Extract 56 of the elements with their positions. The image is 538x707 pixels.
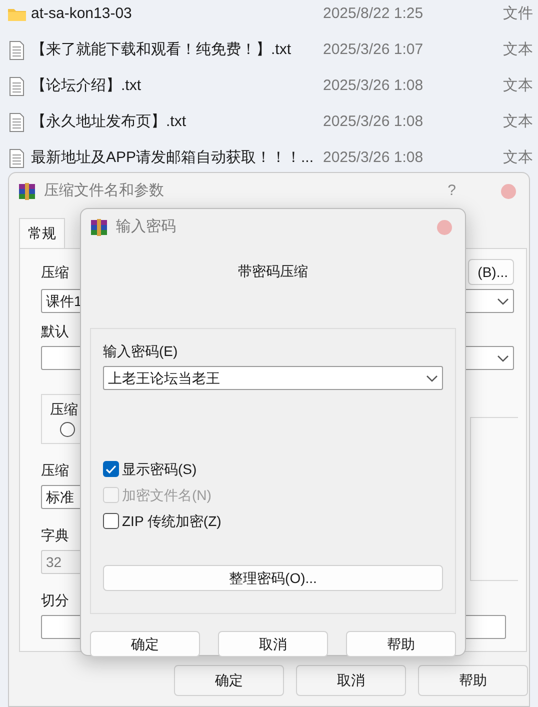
- field-label: 字典: [41, 526, 69, 545]
- checkbox-label: 加密文件名(N): [122, 486, 212, 505]
- file-type: 文本: [503, 76, 533, 96]
- checkbox[interactable]: [103, 461, 119, 477]
- dialog-heading: 带密码压缩: [237, 262, 309, 281]
- file-name[interactable]: 最新地址及APP请发邮箱自动获取！！！...: [31, 146, 323, 170]
- file-date: 2025/8/22 1:25: [323, 4, 424, 24]
- file-name[interactable]: 【论坛介绍】.txt: [31, 74, 323, 98]
- folder-icon: [8, 7, 26, 21]
- chevron-icon: [497, 298, 509, 304]
- document-icon: [9, 40, 25, 60]
- file-date: 2025/3/26 1:08: [323, 76, 424, 96]
- file-type: 文本: [503, 148, 533, 168]
- file-date: 2025/3/26 1:07: [323, 40, 424, 60]
- file-name[interactable]: 【永久地址发布页】.txt: [31, 110, 323, 134]
- checkbox-label: 显示密码(S): [122, 460, 197, 479]
- dialog-button[interactable]: 帮助: [418, 665, 528, 696]
- dialog-button[interactable]: 帮助: [346, 631, 456, 657]
- field-label: 切分: [41, 591, 69, 610]
- archive-icon: [90, 218, 108, 236]
- field-value: 上老王论坛当老王: [108, 368, 220, 388]
- checkbox[interactable]: [103, 513, 119, 529]
- document-icon: [9, 112, 25, 132]
- tab[interactable]: 常规: [19, 218, 65, 248]
- file-date: 2025/3/26 1:08: [323, 148, 424, 168]
- radio-button[interactable]: [60, 422, 75, 437]
- file-date: 2025/3/26 1:08: [323, 112, 424, 132]
- file-type: 文本: [503, 40, 533, 60]
- field-value: 标准: [46, 488, 74, 506]
- checkbox-label: ZIP 传统加密(Z): [122, 512, 222, 531]
- organize-passwords-button[interactable]: 整理密码(O)...: [103, 565, 443, 591]
- field-value: 课件1: [46, 292, 82, 310]
- window-title: 压缩文件名和参数: [44, 180, 164, 201]
- group-label: 压缩: [50, 400, 78, 419]
- field-label: 压缩: [41, 461, 69, 480]
- file-type: 文件: [503, 4, 533, 24]
- file-name[interactable]: at-sa-kon13-03: [31, 2, 323, 26]
- field-value: 32: [46, 552, 62, 572]
- field-label: 压缩: [41, 262, 69, 282]
- dialog-button[interactable]: 取消: [218, 631, 328, 657]
- check-icon: [105, 464, 117, 474]
- password-field[interactable]: 上老王论坛当老王: [103, 366, 443, 390]
- archive-icon: [18, 182, 36, 200]
- dialog-button[interactable]: 取消: [296, 665, 406, 696]
- document-icon: [9, 76, 25, 96]
- chevron-icon: [497, 354, 509, 362]
- window-title: 输入密码: [116, 216, 176, 237]
- document-icon: [9, 148, 25, 168]
- field-label: 默认: [41, 322, 69, 341]
- chevron-icon: [426, 374, 438, 382]
- dialog-button[interactable]: 确定: [90, 631, 200, 657]
- file-type: 文本: [503, 112, 533, 132]
- file-name[interactable]: 【来了就能下载和观看！纯免费！】.txt: [31, 38, 323, 62]
- dialog-button[interactable]: 确定: [174, 665, 284, 696]
- browse-button[interactable]: (B)...: [468, 259, 514, 285]
- field-label: 输入密码(E): [103, 342, 178, 361]
